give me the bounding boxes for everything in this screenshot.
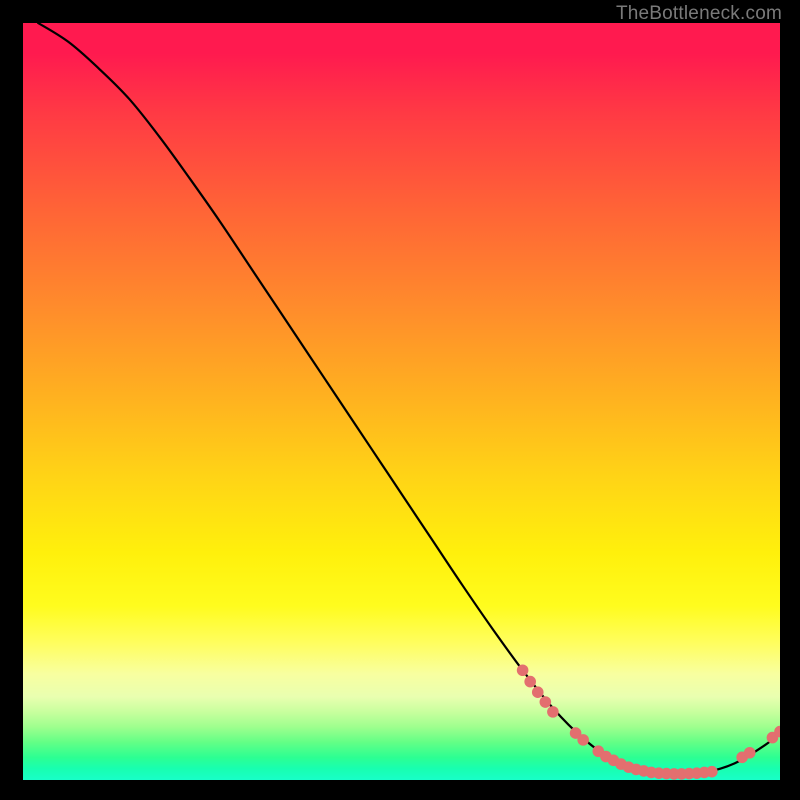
data-marker [524,676,536,688]
data-marker [547,706,559,718]
data-marker [540,696,552,708]
data-marker [744,747,756,759]
data-marker [532,686,544,698]
bottleneck-curve [38,23,780,774]
data-marker [517,664,529,676]
data-marker [577,734,589,746]
attribution-label: TheBottleneck.com [616,3,782,25]
chart-svg [23,23,780,780]
plot-area [23,23,780,780]
data-markers [517,664,780,779]
chart-stage: TheBottleneck.com [0,0,800,800]
data-marker [706,766,718,778]
